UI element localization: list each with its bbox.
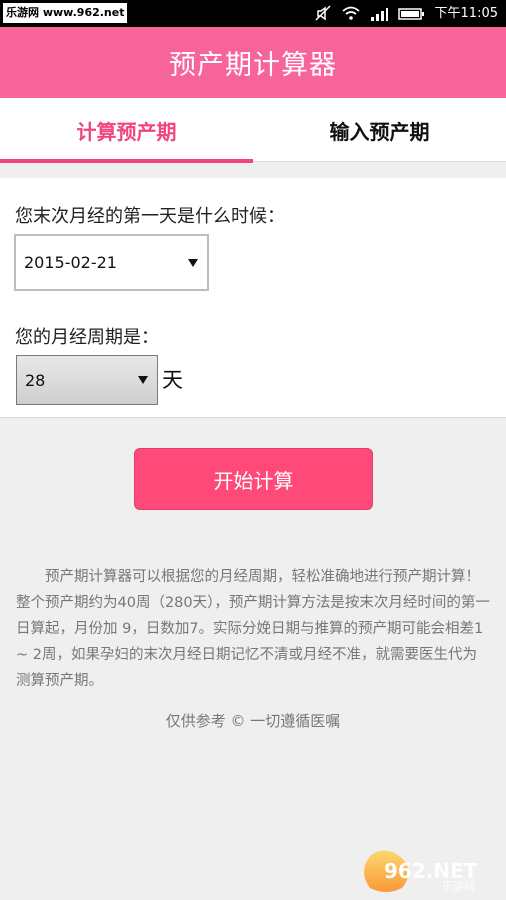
calculator-description: 预产期计算器可以根据您的月经周期，轻松准确地进行预产期计算！整个预产期约为40周…: [16, 568, 490, 689]
tab-bar: 计算预产期 输入预产期: [0, 98, 506, 163]
clock: 下午11:05: [434, 6, 498, 21]
dropdown-arrow-icon: [188, 258, 198, 267]
tab-calculate-due-date[interactable]: 计算预产期: [0, 98, 253, 163]
status-icons: 下午11:05: [315, 0, 498, 27]
cycle-unit: 天: [162, 368, 183, 392]
last-period-date-select[interactable]: 2015-02-21: [14, 234, 209, 291]
last-period-label: 您末次月经的第一天是什么时候：: [15, 206, 285, 227]
start-button-label: 开始计算: [213, 468, 294, 493]
app-title-bar: 预产期计算器: [0, 27, 506, 98]
cycle-length-value: 28: [25, 370, 46, 390]
calculation-form: 您末次月经的第一天是什么时候： 2015-02-21 您的月经周期是： 28 天: [0, 178, 506, 418]
tab-label: 计算预产期: [76, 119, 177, 144]
dropdown-arrow-icon: [138, 376, 148, 384]
watermark-logo: 962.NET 乐游网: [362, 848, 502, 896]
battery-icon: [397, 7, 425, 21]
site-label: 乐游网 www.962.net: [3, 3, 128, 23]
mute-icon: [315, 5, 332, 22]
signal-icon: [370, 7, 388, 21]
cycle-length-select[interactable]: 28: [16, 355, 158, 405]
watermark-subtext: 乐游网: [442, 880, 475, 893]
app-title: 预产期计算器: [169, 50, 337, 81]
status-bar: 乐游网 www.962.net 下午11:05: [0, 0, 506, 27]
start-calculation-button[interactable]: 开始计算: [134, 448, 373, 510]
footer-note: 仅供参考 © 一切遵循医嘱: [165, 712, 341, 730]
tab-label: 输入预产期: [329, 119, 430, 144]
cycle-label: 您的月经周期是：: [15, 327, 159, 348]
wifi-icon: [341, 6, 360, 21]
tab-enter-due-date[interactable]: 输入预产期: [253, 98, 506, 162]
last-period-date-value: 2015-02-21: [24, 253, 117, 272]
